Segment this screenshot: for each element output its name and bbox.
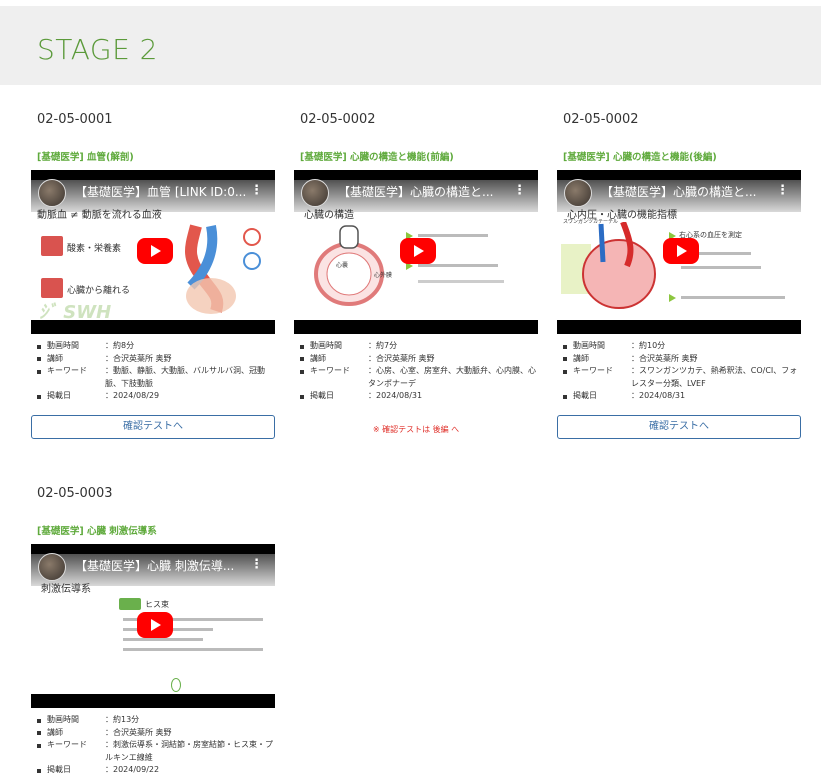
heart-anatomy-illustration	[561, 220, 661, 316]
more-vert-icon[interactable]: ⋮	[250, 558, 263, 571]
list-item: 掲載日 ：2024/08/31	[298, 390, 538, 403]
channel-avatar[interactable]	[38, 553, 66, 581]
slide-line: 心外膜	[374, 272, 393, 279]
video-player[interactable]: 刺激伝導系 ヒス束 【基礎医学】心臓 刺激伝導... ⋮	[31, 544, 275, 708]
label-box-icon	[41, 278, 63, 298]
video-title[interactable]: 【基礎医学】心臓の構造と...	[601, 183, 773, 200]
list-item: 講師 ：合沢英薬所 奥野	[561, 353, 801, 366]
more-vert-icon[interactable]: ⋮	[776, 184, 789, 197]
channel-avatar[interactable]	[564, 179, 592, 207]
text-line-decoration	[418, 234, 488, 237]
text-line-decoration	[681, 296, 785, 299]
slide-line: ヒス束	[145, 600, 169, 609]
youtube-play-icon[interactable]	[663, 238, 699, 264]
list-item: 講師 ：合沢英薬所 奥野	[35, 353, 275, 366]
card-title: [基礎医学] 心臓 刺激伝導系	[37, 526, 157, 537]
card-id: 02-05-0002	[300, 112, 376, 127]
list-item: 講師 ：合沢英薬所 奥野	[298, 353, 538, 366]
video-meta-list: 動画時間 ：約13分 講師 ：合沢英薬所 奥野 キーワード ：刺激伝導系・洞結節・房室…	[35, 714, 275, 777]
video-meta-list: 動画時間 ：約10分 講師 ：合沢英薬所 奥野 キーワード ：スワンガンツカテ、熱希釈…	[561, 340, 801, 403]
video-player[interactable]: 動脈血 ≠ 動脈を流れる血液 酸素・栄養素 心臓から離れる ｼﾞ SWH 【基礎…	[31, 170, 275, 334]
card-id: 02-05-0001	[37, 112, 113, 127]
youtube-play-icon[interactable]	[137, 612, 173, 638]
video-meta-list: 動画時間 ：約7分 講師 ：合沢英薬所 奥野 キーワード ：心房、心室、房室弁、大動脈…	[298, 340, 538, 403]
more-vert-icon[interactable]: ⋮	[250, 184, 263, 197]
video-player[interactable]: 心臓の構造 心嚢 心外膜 【基礎医学】心臓の構造と... ⋮	[294, 170, 538, 334]
slide-line: スワンガンツカテーテル	[563, 219, 619, 225]
card-title: [基礎医学] 心臓の構造と機能(前編)	[300, 152, 454, 163]
card-title: [基礎医学] 心臓の構造と機能(後編)	[563, 152, 717, 163]
slide-line: 酸素・栄養素	[67, 244, 122, 254]
label-box-icon	[41, 236, 63, 256]
video-title[interactable]: 【基礎医学】血管 [LINK ID:0...	[75, 183, 247, 200]
list-item: 掲載日 ：2024/08/29	[35, 390, 275, 403]
stage-header: STAGE 2	[0, 6, 821, 85]
label-box-icon	[119, 598, 141, 610]
video-topbar: 【基礎医学】血管 [LINK ID:0... ⋮	[31, 170, 275, 212]
confirm-test-button[interactable]: 確認テストへ	[557, 415, 801, 439]
list-item: キーワード ：心房、心室、房室弁、大動脈弁、心内膜、心タンポナーデ	[298, 365, 538, 390]
confirm-test-button[interactable]: 確認テストへ	[31, 415, 275, 439]
card-id: 02-05-0002	[563, 112, 639, 127]
card-id: 02-05-0003	[37, 486, 113, 501]
list-item: 掲載日 ：2024/09/22	[35, 764, 275, 777]
video-player[interactable]: 心内圧・心臓の機能指標 スワンガンツカテーテル 右心系の血圧を測定 【基礎医学】…	[557, 170, 801, 334]
video-topbar: 【基礎医学】心臓 刺激伝導... ⋮	[31, 544, 275, 586]
list-item: 講師 ：合沢英薬所 奥野	[35, 727, 275, 740]
slide-line: 心臓から離れる	[67, 286, 131, 296]
list-item: 動画時間 ：約8分	[35, 340, 275, 353]
list-item: 動画時間 ：約13分	[35, 714, 275, 727]
more-vert-icon[interactable]: ⋮	[513, 184, 526, 197]
text-line-decoration	[418, 280, 504, 283]
list-item: キーワード ：スワンガンツカテ、熱希釈法、CO/CI、フォレスター分類、LVEF	[561, 365, 801, 390]
channel-avatar[interactable]	[301, 179, 329, 207]
stage-title: STAGE 2	[37, 33, 158, 66]
video-meta-list: 動画時間 ：約8分 講師 ：合沢英薬所 奥野 キーワード ：動脈、静脈、大動脈、バルサ…	[35, 340, 275, 403]
youtube-play-icon[interactable]	[137, 238, 173, 264]
list-item: 掲載日 ：2024/08/31	[561, 390, 801, 403]
ecg-wave-illustration	[171, 678, 181, 692]
vessel-circle-icon	[243, 228, 261, 246]
card-title: [基礎医学] 血管(解剖)	[37, 152, 134, 163]
channel-avatar[interactable]	[38, 179, 66, 207]
slide-line: 心嚢	[336, 262, 349, 269]
text-line-decoration	[418, 264, 498, 267]
video-title[interactable]: 【基礎医学】心臓 刺激伝導...	[75, 557, 247, 574]
video-topbar: 【基礎医学】心臓の構造と... ⋮	[294, 170, 538, 212]
list-item: 動画時間 ：約10分	[561, 340, 801, 353]
heart-outline-illustration	[312, 224, 386, 308]
text-line-decoration	[123, 638, 203, 641]
text-line-decoration	[123, 648, 263, 651]
video-title[interactable]: 【基礎医学】心臓の構造と...	[338, 183, 510, 200]
watermark-logo: ｼﾞ SWH	[39, 302, 112, 320]
confirm-test-note: ※ 確認テストは 後編 へ	[372, 425, 460, 434]
youtube-play-icon[interactable]	[400, 238, 436, 264]
list-item: キーワード ：動脈、静脈、大動脈、バルサルバ洞、冠動脈、下肢動脈	[35, 365, 275, 390]
video-topbar: 【基礎医学】心臓の構造と... ⋮	[557, 170, 801, 212]
vessel-circle-icon	[243, 252, 261, 270]
heart-vessel-illustration	[161, 216, 241, 316]
bullet-arrow-icon	[669, 294, 676, 302]
list-item: キーワード ：刺激伝導系・洞結節・房室結節・ヒス束・プルキンエ線維	[35, 739, 275, 764]
list-item: 動画時間 ：約7分	[298, 340, 538, 353]
text-line-decoration	[681, 266, 761, 269]
